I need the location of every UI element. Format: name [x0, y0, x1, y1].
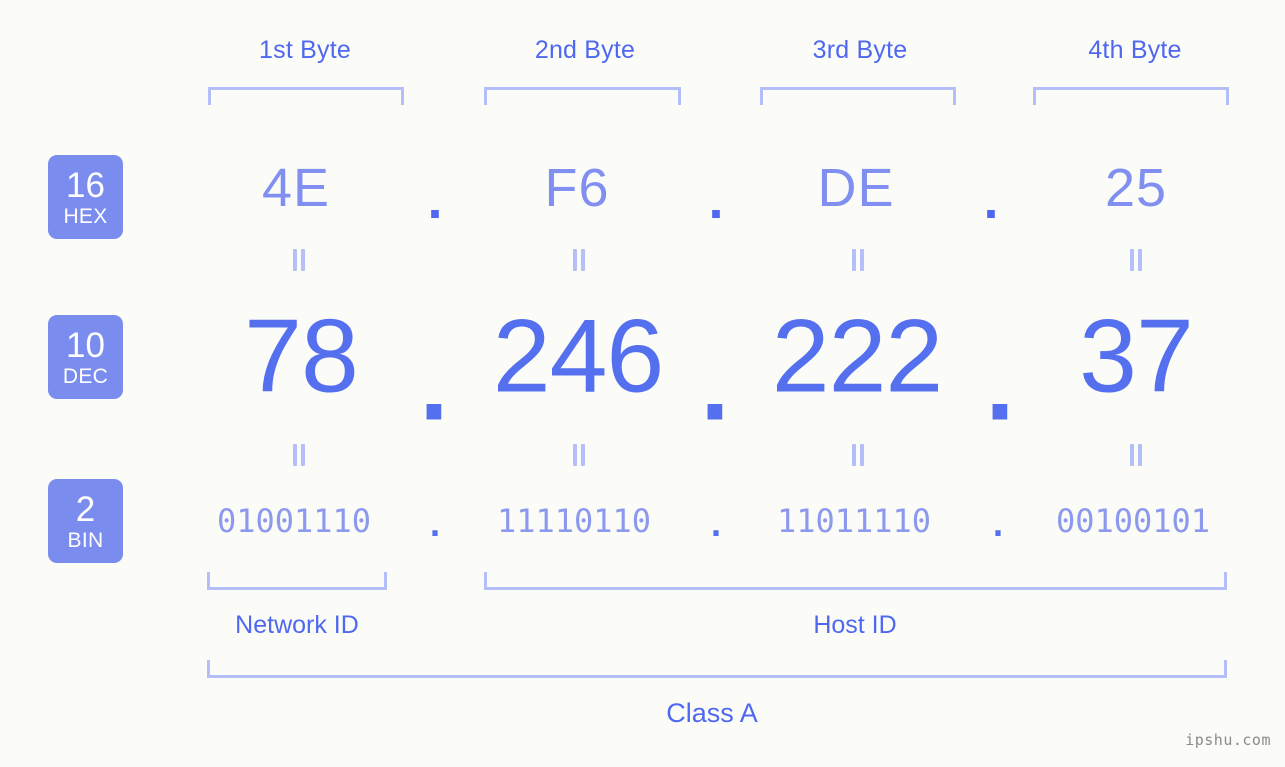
byte-header-2: 2nd Byte	[534, 36, 636, 64]
byte-bracket-2	[484, 87, 681, 105]
equals-hex-dec-1	[291, 249, 307, 271]
equals-dec-bin-2	[571, 444, 587, 466]
host-id-bracket	[484, 572, 1227, 590]
dec-separator-2: .	[700, 326, 730, 443]
host-id-label: Host ID	[813, 611, 897, 639]
byte-bracket-3	[760, 87, 956, 105]
site-watermark: ipshu.com	[1185, 731, 1271, 749]
bin-byte-4: 00100101	[1055, 502, 1211, 540]
dec-byte-4: 37	[1079, 298, 1194, 415]
bin-byte-1: 01001110	[216, 502, 372, 540]
byte-bracket-1	[208, 87, 404, 105]
base-badge-dec-number: 10	[66, 325, 105, 365]
base-badge-hex-number: 16	[66, 165, 105, 205]
bin-byte-2: 11110110	[496, 502, 652, 540]
dec-separator-1: .	[419, 326, 449, 443]
base-badge-bin-number: 2	[75, 489, 96, 529]
equals-hex-dec-4	[1128, 249, 1144, 271]
dec-byte-3: 222	[771, 298, 944, 415]
base-badge-dec-abbr: DEC	[62, 364, 109, 388]
class-bracket	[207, 660, 1227, 678]
hex-byte-1: 4E	[261, 158, 331, 218]
dec-byte-2: 246	[492, 298, 665, 415]
base-badge-hex: 16 HEX	[48, 155, 123, 239]
hex-separator-3: .	[983, 170, 999, 230]
dec-separator-3: .	[985, 326, 1015, 443]
equals-hex-dec-3	[850, 249, 866, 271]
equals-dec-bin-3	[850, 444, 866, 466]
byte-header-1: 1st Byte	[259, 36, 351, 64]
bin-separator-2: .	[706, 506, 726, 544]
byte-bracket-4	[1033, 87, 1229, 105]
network-id-label: Network ID	[235, 611, 359, 639]
hex-byte-3: DE	[817, 158, 895, 218]
byte-header-4: 4th Byte	[1088, 36, 1182, 64]
network-id-bracket	[207, 572, 387, 590]
equals-dec-bin-1	[291, 444, 307, 466]
base-badge-bin: 2 BIN	[48, 479, 123, 563]
hex-byte-2: F6	[544, 158, 610, 218]
bin-byte-3: 11011110	[776, 502, 932, 540]
byte-header-3: 3rd Byte	[812, 36, 908, 64]
bin-separator-1: .	[425, 506, 445, 544]
equals-dec-bin-4	[1128, 444, 1144, 466]
hex-byte-4: 25	[1104, 158, 1168, 218]
dec-byte-1: 78	[244, 298, 359, 415]
base-badge-dec: 10 DEC	[48, 315, 123, 399]
base-badge-hex-abbr: HEX	[63, 204, 108, 228]
ip-breakdown-diagram: 1st Byte 2nd Byte 3rd Byte 4th Byte 16 H…	[0, 0, 1285, 767]
hex-separator-2: .	[708, 170, 724, 230]
bin-separator-3: .	[988, 506, 1008, 544]
equals-hex-dec-2	[571, 249, 587, 271]
hex-separator-1: .	[427, 170, 443, 230]
base-badge-bin-abbr: BIN	[67, 528, 104, 552]
class-label: Class A	[666, 698, 758, 728]
